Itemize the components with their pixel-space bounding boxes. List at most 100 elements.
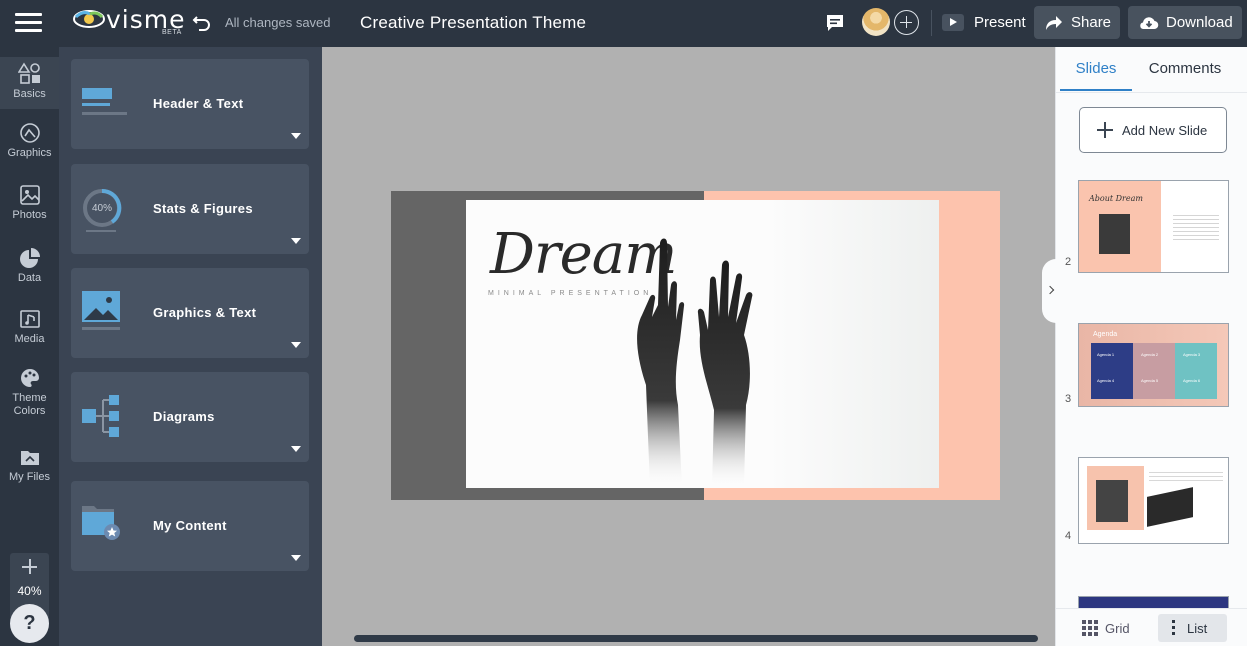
expand-caret-icon[interactable] (291, 133, 301, 139)
expand-caret-icon[interactable] (291, 555, 301, 561)
share-arrow-icon (1046, 15, 1062, 30)
expand-caret-icon[interactable] (291, 238, 301, 244)
comment-icon[interactable] (825, 13, 845, 33)
play-icon (942, 13, 964, 31)
save-status: All changes saved (225, 15, 331, 30)
rail-label: My Files (9, 471, 50, 483)
thumb-agenda-item: Agenda 1 (1097, 352, 1115, 357)
share-button[interactable]: Share (1034, 6, 1120, 39)
add-slide-label: Add New Slide (1122, 122, 1208, 138)
thumb-heading: About Dream (1089, 194, 1143, 203)
editor-canvas[interactable]: Dream MINIMAL PRESENTATION (322, 47, 1055, 646)
download-button[interactable]: Download (1128, 6, 1242, 39)
rail-item-graphics[interactable]: Graphics (0, 122, 59, 160)
present-button[interactable]: Present (942, 6, 1028, 38)
tab-slides[interactable]: Slides (1060, 47, 1132, 91)
slide-thumbnail-2[interactable]: About Dream (1078, 180, 1229, 273)
slide-photo[interactable]: Dream MINIMAL PRESENTATION (466, 200, 939, 488)
expand-caret-icon[interactable] (291, 446, 301, 452)
toolbar-divider (931, 10, 932, 36)
slide-thumbnail-3[interactable]: Agenda Agenda 1 Agenda 2 Agenda 3 Agenda… (1078, 323, 1229, 407)
rail-item-basics[interactable]: Basics (0, 57, 59, 109)
rail-label: Media (14, 333, 45, 345)
card-label: Stats & Figures (153, 201, 253, 216)
list-view-button[interactable]: List (1158, 614, 1227, 642)
cloud-download-icon (1140, 16, 1159, 29)
slide-thumbnail-4[interactable] (1078, 457, 1229, 544)
visme-logo[interactable]: visme BETA (73, 5, 185, 39)
photo-icon (19, 185, 40, 205)
plus-icon (1097, 122, 1113, 138)
thumb-text-lines (1149, 469, 1223, 483)
pie-chart-icon (19, 248, 40, 268)
thumb-agenda-item: Agenda 2 (1141, 352, 1159, 357)
present-label: Present (974, 13, 1026, 31)
card-label: Header & Text (153, 96, 244, 111)
view-toggle-bar: Grid List (1056, 608, 1247, 646)
header-text-icon (82, 88, 127, 115)
grid-icon (1082, 620, 1098, 636)
zoom-level: 40% (17, 584, 42, 598)
media-icon (19, 310, 40, 328)
rail-item-media[interactable]: Media (0, 308, 59, 346)
card-my-content[interactable]: My Content (71, 481, 309, 571)
visme-logo-mark-icon (73, 10, 105, 28)
project-title[interactable]: Creative Presentation Theme (360, 13, 586, 33)
tab-comments[interactable]: Comments (1138, 47, 1232, 91)
add-collaborator-icon[interactable] (894, 10, 919, 35)
logo-beta-badge: BETA (162, 29, 182, 36)
add-new-slide-button[interactable]: Add New Slide (1079, 107, 1227, 153)
rail-item-photos[interactable]: Photos (0, 184, 59, 222)
slides-panel: Slides Comments Add New Slide 2 About Dr… (1042, 47, 1247, 646)
thumb-agenda-item: Agenda 5 (1141, 378, 1159, 383)
share-label: Share (1071, 14, 1112, 31)
photo-shade (766, 200, 939, 488)
list-label: List (1187, 620, 1208, 636)
undo-icon[interactable] (191, 11, 213, 33)
rail-label: Graphics (7, 147, 52, 159)
card-graphics-text[interactable]: Graphics & Text (71, 268, 309, 358)
rail-item-data[interactable]: Data (0, 247, 59, 285)
expand-caret-icon[interactable] (291, 342, 301, 348)
slide-number: 2 (1065, 256, 1072, 268)
user-avatar[interactable] (862, 8, 890, 36)
graphics-icon (19, 123, 40, 143)
palette-icon (20, 369, 39, 387)
thumb-text-lines (1173, 212, 1219, 242)
card-diagrams[interactable]: Diagrams (71, 372, 309, 462)
rail-item-my-files[interactable]: My Files (0, 446, 59, 484)
download-label: Download (1166, 14, 1233, 31)
current-slide[interactable]: Dream MINIMAL PRESENTATION (391, 191, 1000, 500)
tabs-divider (1056, 92, 1247, 93)
thumb-agenda-item: Agenda 4 (1097, 378, 1115, 383)
image-text-icon (82, 291, 120, 330)
help-button[interactable]: ? (10, 604, 49, 643)
card-stats-figures[interactable]: 40% Stats & Figures (71, 164, 309, 254)
diagram-icon (82, 395, 119, 437)
horizontal-scrollbar[interactable] (354, 635, 1038, 642)
card-label: My Content (153, 518, 227, 533)
grid-label: Grid (1105, 620, 1130, 636)
rail-label-line2: Colors (13, 405, 46, 417)
card-header-text[interactable]: Header & Text (71, 59, 309, 149)
thumb-heading: Agenda (1093, 331, 1118, 338)
thumb-agenda-item: Agenda 3 (1183, 352, 1201, 357)
card-label: Diagrams (153, 409, 215, 424)
zoom-in-icon[interactable] (22, 559, 37, 574)
card-label: Graphics & Text (153, 305, 257, 320)
left-tool-rail: Basics Graphics Photos Data Media Theme … (0, 47, 59, 646)
collapse-panel-icon[interactable] (1042, 259, 1056, 323)
rail-label: Basics (13, 88, 46, 100)
folder-star-icon (82, 506, 120, 540)
rail-label: Data (17, 272, 42, 284)
rail-label: Photos (12, 209, 47, 221)
content-blocks-panel: Header & Text 40% Stats & Figures Graphi… (59, 47, 322, 646)
stats-icon: 40% (83, 188, 122, 232)
list-icon (1172, 620, 1175, 635)
grid-view-button[interactable]: Grid (1082, 615, 1144, 641)
rail-label: Theme (12, 392, 47, 404)
hamburger-menu-icon[interactable] (15, 13, 42, 33)
rail-item-theme-colors[interactable]: Theme Colors (0, 367, 59, 418)
top-bar: visme BETA All changes saved Creative Pr… (0, 0, 1247, 47)
thumb-agenda-item: Agenda 6 (1183, 378, 1201, 383)
